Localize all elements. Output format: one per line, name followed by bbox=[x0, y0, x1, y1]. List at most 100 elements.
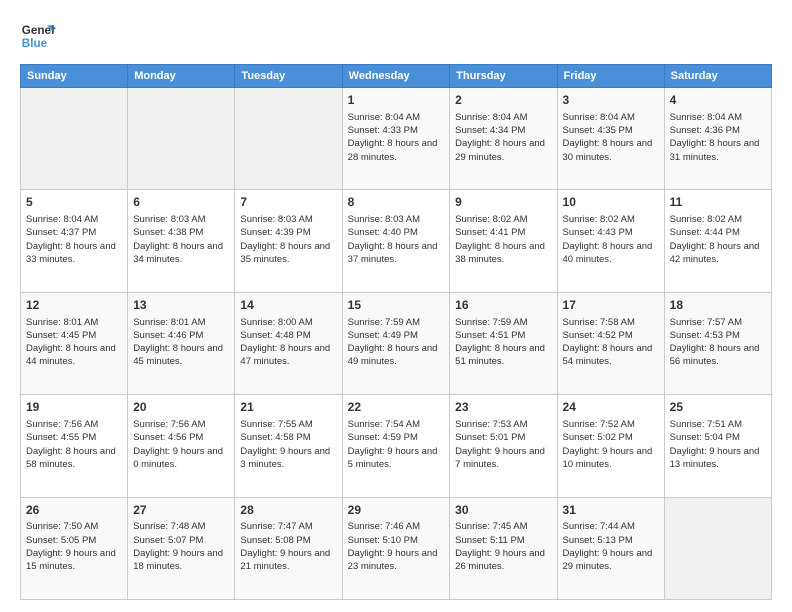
day-number: 4 bbox=[670, 92, 766, 109]
cell-content: Sunrise: 8:04 AM Sunset: 4:34 PM Dayligh… bbox=[455, 111, 551, 164]
cell-content: Sunrise: 7:46 AM Sunset: 5:10 PM Dayligh… bbox=[348, 520, 445, 573]
calendar-cell: 15 Sunrise: 7:59 AM Sunset: 4:49 PM Dayli… bbox=[342, 292, 450, 394]
cell-content: Sunrise: 7:59 AM Sunset: 4:51 PM Dayligh… bbox=[455, 316, 551, 369]
day-number: 26 bbox=[26, 502, 122, 519]
cell-content: Sunrise: 8:03 AM Sunset: 4:40 PM Dayligh… bbox=[348, 213, 445, 266]
day-number: 14 bbox=[240, 297, 336, 314]
cell-content: Sunrise: 8:01 AM Sunset: 4:45 PM Dayligh… bbox=[26, 316, 122, 369]
day-number: 6 bbox=[133, 194, 229, 211]
calendar-cell: 5 Sunrise: 8:04 AM Sunset: 4:37 PM Daylig… bbox=[21, 190, 128, 292]
day-number: 16 bbox=[455, 297, 551, 314]
cell-content: Sunrise: 8:01 AM Sunset: 4:46 PM Dayligh… bbox=[133, 316, 229, 369]
cell-content: Sunrise: 8:03 AM Sunset: 4:38 PM Dayligh… bbox=[133, 213, 229, 266]
day-number: 29 bbox=[348, 502, 445, 519]
weekday-header-wednesday: Wednesday bbox=[342, 65, 450, 88]
day-number: 8 bbox=[348, 194, 445, 211]
cell-content: Sunrise: 7:59 AM Sunset: 4:49 PM Dayligh… bbox=[348, 316, 445, 369]
calendar-cell: 27Sunrise: 7:48 AM Sunset: 5:07 PM Dayli… bbox=[128, 497, 235, 599]
calendar-cell bbox=[21, 88, 128, 190]
calendar-week-5: 26Sunrise: 7:50 AM Sunset: 5:05 PM Dayli… bbox=[21, 497, 772, 599]
day-number: 25 bbox=[670, 399, 766, 416]
calendar-cell: 18 Sunrise: 7:57 AM Sunset: 4:53 PM Dayli… bbox=[664, 292, 771, 394]
cell-content: Sunrise: 7:58 AM Sunset: 4:52 PM Dayligh… bbox=[563, 316, 659, 369]
calendar-table: SundayMondayTuesdayWednesdayThursdayFrid… bbox=[20, 64, 772, 600]
page: General Blue SundayMondayTuesdayWednesda… bbox=[0, 0, 792, 612]
calendar-cell: 12Sunrise: 8:01 AM Sunset: 4:45 PM Dayli… bbox=[21, 292, 128, 394]
day-number: 1 bbox=[348, 92, 445, 109]
cell-content: Sunrise: 7:51 AM Sunset: 5:04 PM Dayligh… bbox=[670, 418, 766, 471]
day-number: 21 bbox=[240, 399, 336, 416]
cell-content: Sunrise: 8:02 AM Sunset: 4:41 PM Dayligh… bbox=[455, 213, 551, 266]
weekday-header-monday: Monday bbox=[128, 65, 235, 88]
calendar-cell: 13 Sunrise: 8:01 AM Sunset: 4:46 PM Dayli… bbox=[128, 292, 235, 394]
day-number: 17 bbox=[563, 297, 659, 314]
cell-content: Sunrise: 8:04 AM Sunset: 4:33 PM Dayligh… bbox=[348, 111, 445, 164]
cell-content: Sunrise: 8:03 AM Sunset: 4:39 PM Dayligh… bbox=[240, 213, 336, 266]
svg-text:Blue: Blue bbox=[22, 37, 48, 50]
cell-content: Sunrise: 7:47 AM Sunset: 5:08 PM Dayligh… bbox=[240, 520, 336, 573]
calendar-cell bbox=[128, 88, 235, 190]
day-number: 23 bbox=[455, 399, 551, 416]
cell-content: Sunrise: 7:45 AM Sunset: 5:11 PM Dayligh… bbox=[455, 520, 551, 573]
calendar-cell: 16 Sunrise: 7:59 AM Sunset: 4:51 PM Dayli… bbox=[450, 292, 557, 394]
calendar-cell: 24 Sunrise: 7:52 AM Sunset: 5:02 PM Dayli… bbox=[557, 395, 664, 497]
day-number: 9 bbox=[455, 194, 551, 211]
calendar-week-3: 12Sunrise: 8:01 AM Sunset: 4:45 PM Dayli… bbox=[21, 292, 772, 394]
calendar-cell: 28Sunrise: 7:47 AM Sunset: 5:08 PM Dayli… bbox=[235, 497, 342, 599]
day-number: 5 bbox=[26, 194, 122, 211]
calendar-cell bbox=[235, 88, 342, 190]
calendar-cell: 1 Sunrise: 8:04 AM Sunset: 4:33 PM Daylig… bbox=[342, 88, 450, 190]
day-number: 13 bbox=[133, 297, 229, 314]
header: General Blue bbox=[20, 18, 772, 54]
cell-content: Sunrise: 8:04 AM Sunset: 4:37 PM Dayligh… bbox=[26, 213, 122, 266]
cell-content: Sunrise: 8:04 AM Sunset: 4:35 PM Dayligh… bbox=[563, 111, 659, 164]
calendar-cell: 23 Sunrise: 7:53 AM Sunset: 5:01 PM Dayli… bbox=[450, 395, 557, 497]
day-number: 24 bbox=[563, 399, 659, 416]
calendar-week-2: 5 Sunrise: 8:04 AM Sunset: 4:37 PM Daylig… bbox=[21, 190, 772, 292]
calendar-cell: 20 Sunrise: 7:56 AM Sunset: 4:56 PM Dayli… bbox=[128, 395, 235, 497]
calendar-cell: 7 Sunrise: 8:03 AM Sunset: 4:39 PM Daylig… bbox=[235, 190, 342, 292]
calendar-cell: 6 Sunrise: 8:03 AM Sunset: 4:38 PM Daylig… bbox=[128, 190, 235, 292]
calendar-cell: 4Sunrise: 8:04 AM Sunset: 4:36 PM Daylig… bbox=[664, 88, 771, 190]
day-number: 10 bbox=[563, 194, 659, 211]
day-number: 19 bbox=[26, 399, 122, 416]
calendar-cell: 17 Sunrise: 7:58 AM Sunset: 4:52 PM Dayli… bbox=[557, 292, 664, 394]
day-number: 28 bbox=[240, 502, 336, 519]
calendar-cell: 29Sunrise: 7:46 AM Sunset: 5:10 PM Dayli… bbox=[342, 497, 450, 599]
calendar-cell: 3Sunrise: 8:04 AM Sunset: 4:35 PM Daylig… bbox=[557, 88, 664, 190]
weekday-header-saturday: Saturday bbox=[664, 65, 771, 88]
calendar-cell: 21Sunrise: 7:55 AM Sunset: 4:58 PM Dayli… bbox=[235, 395, 342, 497]
day-number: 22 bbox=[348, 399, 445, 416]
weekday-header-sunday: Sunday bbox=[21, 65, 128, 88]
cell-content: Sunrise: 7:53 AM Sunset: 5:01 PM Dayligh… bbox=[455, 418, 551, 471]
logo-icon: General Blue bbox=[20, 18, 56, 54]
day-number: 18 bbox=[670, 297, 766, 314]
day-number: 15 bbox=[348, 297, 445, 314]
weekday-header-thursday: Thursday bbox=[450, 65, 557, 88]
cell-content: Sunrise: 8:02 AM Sunset: 4:44 PM Dayligh… bbox=[670, 213, 766, 266]
cell-content: Sunrise: 8:00 AM Sunset: 4:48 PM Dayligh… bbox=[240, 316, 336, 369]
cell-content: Sunrise: 7:50 AM Sunset: 5:05 PM Dayligh… bbox=[26, 520, 122, 573]
calendar-cell: 14 Sunrise: 8:00 AM Sunset: 4:48 PM Dayli… bbox=[235, 292, 342, 394]
cell-content: Sunrise: 7:44 AM Sunset: 5:13 PM Dayligh… bbox=[563, 520, 659, 573]
calendar-cell: 11 Sunrise: 8:02 AM Sunset: 4:44 PM Dayli… bbox=[664, 190, 771, 292]
day-number: 7 bbox=[240, 194, 336, 211]
day-number: 31 bbox=[563, 502, 659, 519]
calendar-cell: 30Sunrise: 7:45 AM Sunset: 5:11 PM Dayli… bbox=[450, 497, 557, 599]
day-number: 20 bbox=[133, 399, 229, 416]
day-number: 11 bbox=[670, 194, 766, 211]
calendar-week-4: 19 Sunrise: 7:56 AM Sunset: 4:55 PM Dayli… bbox=[21, 395, 772, 497]
cell-content: Sunrise: 7:57 AM Sunset: 4:53 PM Dayligh… bbox=[670, 316, 766, 369]
calendar-cell: 2 Sunrise: 8:04 AM Sunset: 4:34 PM Daylig… bbox=[450, 88, 557, 190]
cell-content: Sunrise: 7:48 AM Sunset: 5:07 PM Dayligh… bbox=[133, 520, 229, 573]
cell-content: Sunrise: 7:56 AM Sunset: 4:56 PM Dayligh… bbox=[133, 418, 229, 471]
calendar-cell: 10Sunrise: 8:02 AM Sunset: 4:43 PM Dayli… bbox=[557, 190, 664, 292]
day-number: 2 bbox=[455, 92, 551, 109]
cell-content: Sunrise: 7:52 AM Sunset: 5:02 PM Dayligh… bbox=[563, 418, 659, 471]
weekday-header-friday: Friday bbox=[557, 65, 664, 88]
calendar-cell bbox=[664, 497, 771, 599]
calendar-cell: 19 Sunrise: 7:56 AM Sunset: 4:55 PM Dayli… bbox=[21, 395, 128, 497]
cell-content: Sunrise: 7:56 AM Sunset: 4:55 PM Dayligh… bbox=[26, 418, 122, 471]
calendar-cell: 22Sunrise: 7:54 AM Sunset: 4:59 PM Dayli… bbox=[342, 395, 450, 497]
weekday-header-tuesday: Tuesday bbox=[235, 65, 342, 88]
